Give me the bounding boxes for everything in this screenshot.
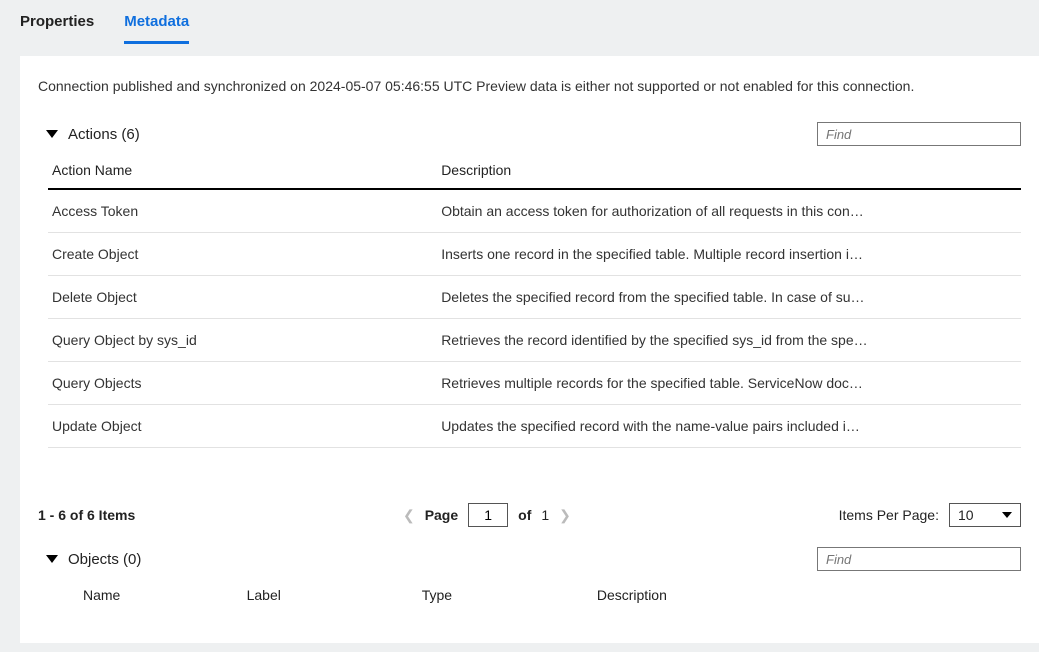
objects-section-header: Objects (0) (38, 547, 1021, 571)
actions-collapse-icon[interactable] (46, 130, 58, 138)
table-row[interactable]: Query Object by sys_id Retrieves the rec… (48, 319, 1021, 362)
objects-find-input[interactable] (817, 547, 1021, 571)
content-panel: Connection published and synchronized on… (20, 56, 1039, 643)
status-text: Connection published and synchronized on… (38, 78, 1021, 94)
action-desc: Retrieves the record identified by the s… (437, 319, 1021, 362)
pager-of-label: of (518, 507, 531, 523)
table-row[interactable]: Delete Object Deletes the specified reco… (48, 276, 1021, 319)
action-desc: Inserts one record in the specified tabl… (437, 233, 1021, 276)
objects-col-type[interactable]: Type (418, 577, 593, 613)
action-name: Create Object (48, 233, 437, 276)
action-desc: Retrieves multiple records for the speci… (437, 362, 1021, 405)
action-name: Update Object (48, 405, 437, 448)
pager-ipp-label: Items Per Page: (839, 507, 939, 523)
objects-title: Objects (0) (68, 551, 141, 568)
tab-bar: Properties Metadata (0, 0, 1039, 44)
actions-title: Actions (6) (68, 126, 140, 143)
actions-col-name[interactable]: Action Name (48, 152, 437, 189)
pager-ipp-select[interactable]: 10 (949, 503, 1021, 527)
action-name: Query Objects (48, 362, 437, 405)
action-desc: Updates the specified record with the na… (437, 405, 1021, 448)
objects-col-name[interactable]: Name (48, 577, 243, 613)
table-row[interactable]: Update Object Updates the specified reco… (48, 405, 1021, 448)
actions-find-input[interactable] (817, 122, 1021, 146)
objects-col-label[interactable]: Label (243, 577, 418, 613)
objects-col-desc[interactable]: Description (593, 577, 1021, 613)
table-row[interactable]: Access Token Obtain an access token for … (48, 189, 1021, 233)
pager: 1 - 6 of 6 Items ❮ Page of 1 ❯ Items Per… (38, 503, 1021, 527)
pager-page-label: Page (425, 507, 458, 523)
action-name: Access Token (48, 189, 437, 233)
objects-table: Name Label Type Description (48, 577, 1021, 613)
pager-next-icon[interactable]: ❯ (559, 507, 571, 524)
actions-col-desc[interactable]: Description (437, 152, 1021, 189)
pager-prev-icon[interactable]: ❮ (403, 507, 415, 524)
chevron-down-icon (1002, 512, 1012, 518)
action-desc: Deletes the specified record from the sp… (437, 276, 1021, 319)
action-name: Delete Object (48, 276, 437, 319)
pager-page-input[interactable] (468, 503, 508, 527)
table-row[interactable]: Create Object Inserts one record in the … (48, 233, 1021, 276)
tab-properties[interactable]: Properties (20, 0, 94, 44)
actions-table: Action Name Description Access Token Obt… (48, 152, 1021, 448)
pager-total-pages: 1 (541, 507, 549, 523)
action-name: Query Object by sys_id (48, 319, 437, 362)
tab-metadata[interactable]: Metadata (124, 0, 189, 44)
pager-range: 1 - 6 of 6 Items (38, 507, 135, 523)
action-desc: Obtain an access token for authorization… (437, 189, 1021, 233)
pager-ipp-value: 10 (958, 507, 974, 523)
actions-section-header: Actions (6) (38, 122, 1021, 146)
objects-collapse-icon[interactable] (46, 555, 58, 563)
table-row[interactable]: Query Objects Retrieves multiple records… (48, 362, 1021, 405)
